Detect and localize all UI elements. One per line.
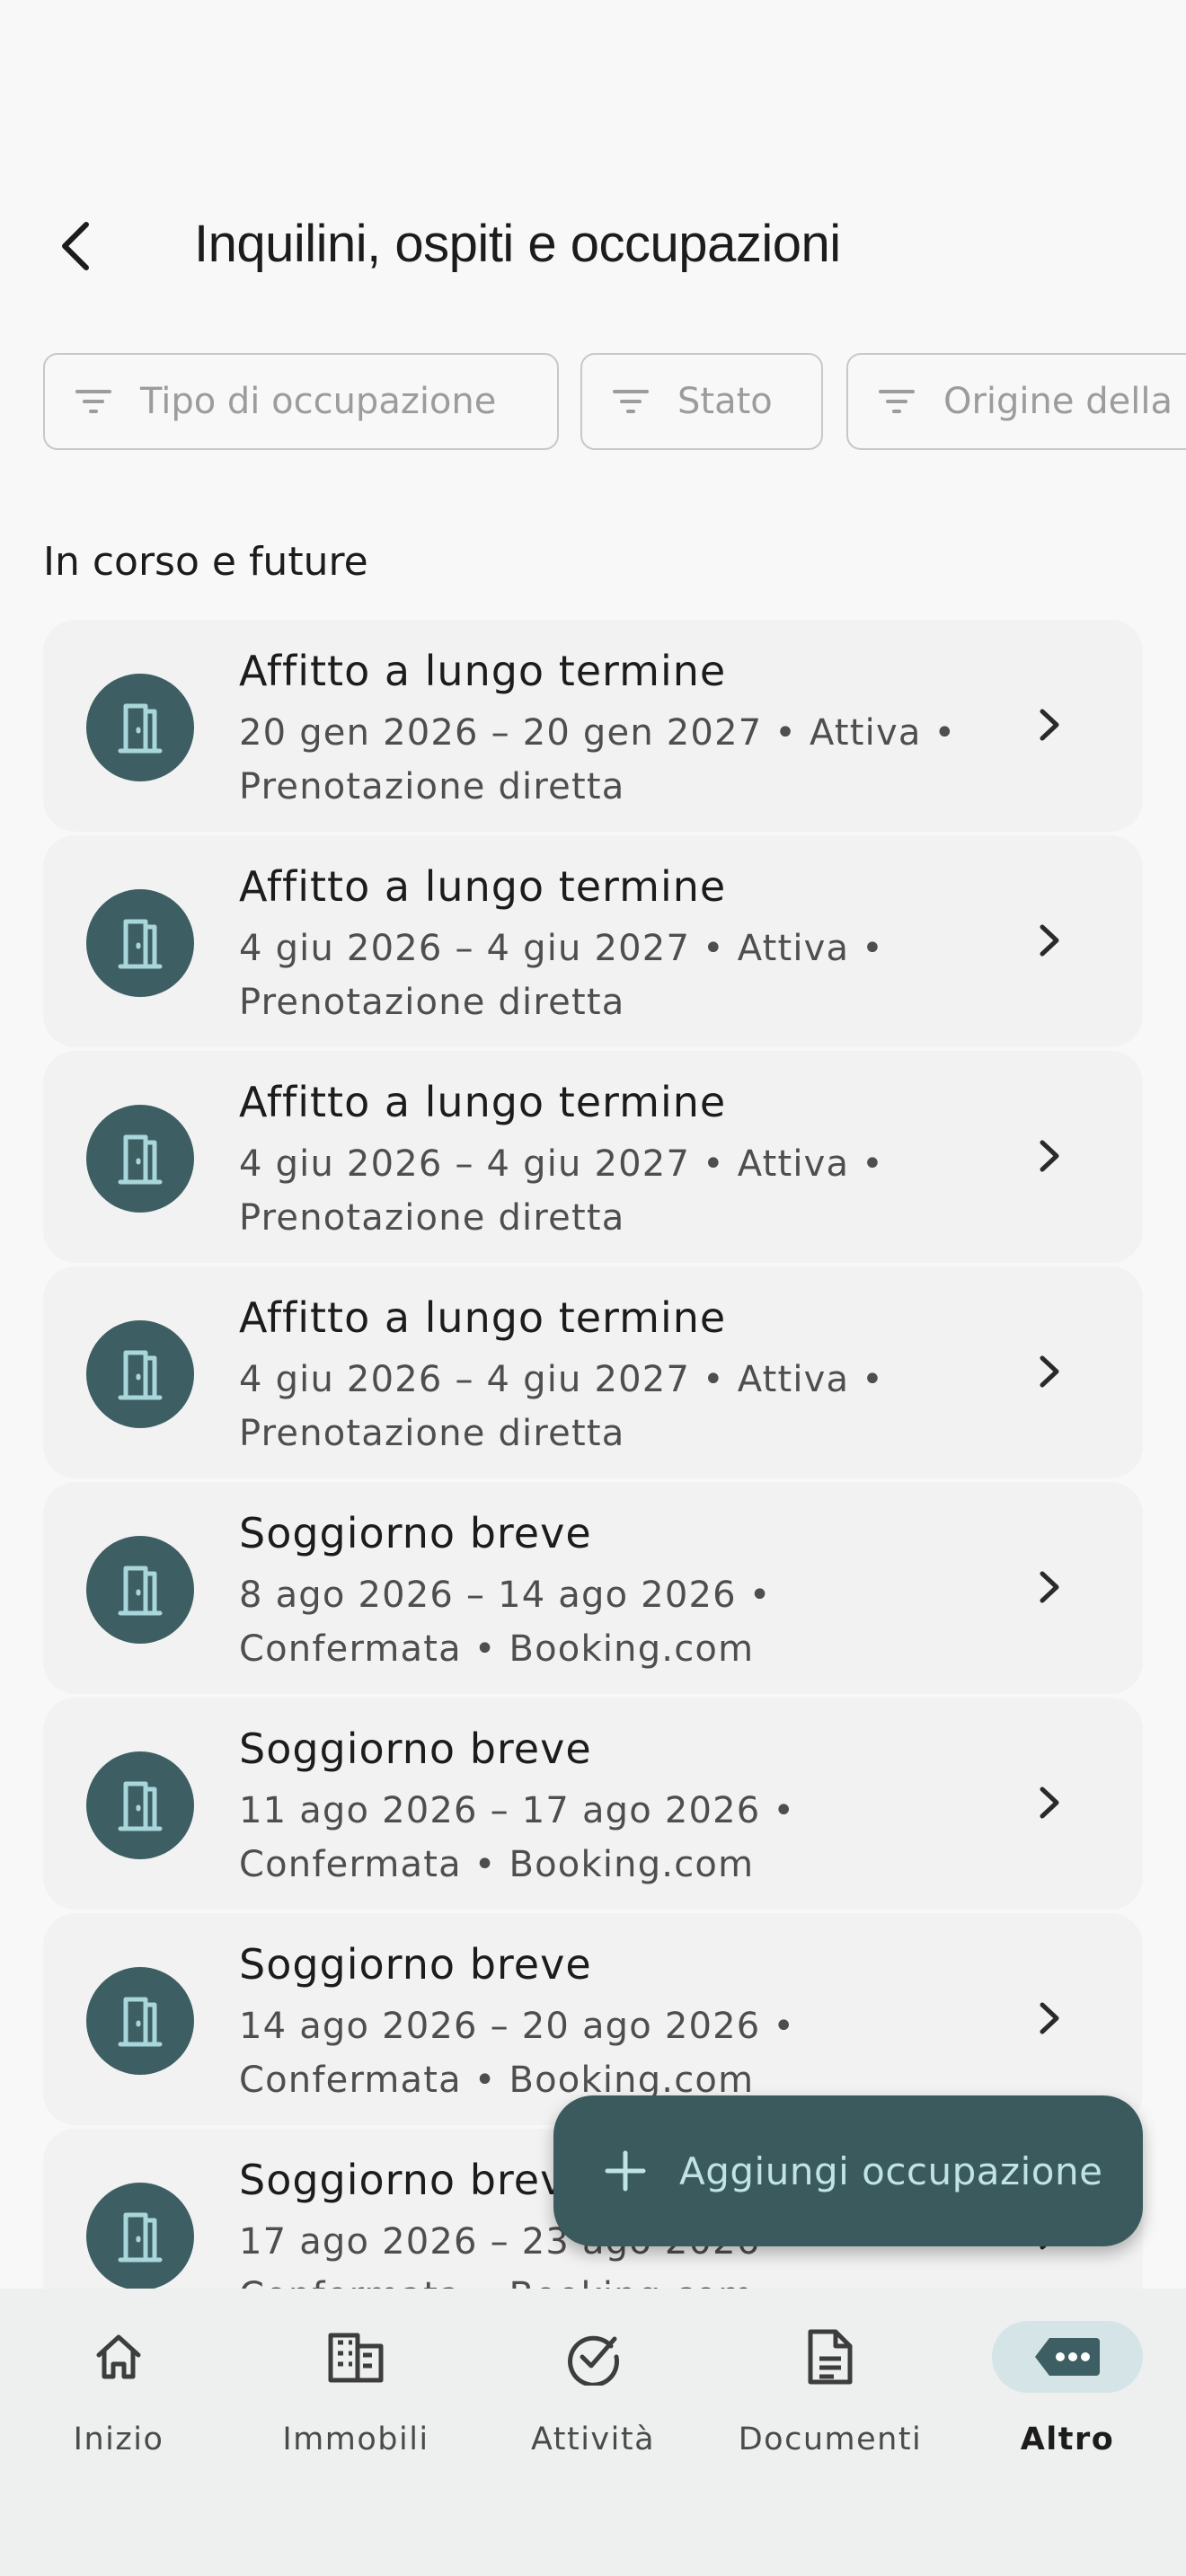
occupancy-list-item[interactable]: Affitto a lungo termine 4 giu 2026 – 4 g…	[43, 1266, 1143, 1478]
filter-chip-label: Origine della	[943, 381, 1173, 422]
chevron-right-icon	[1040, 1140, 1059, 1172]
chevron-right-icon	[1040, 1571, 1059, 1603]
occupancy-details: 8 ago 2026 – 14 ago 2026 • Confermata • …	[239, 1568, 1030, 1676]
occupancy-details: 4 giu 2026 – 4 giu 2027 • Attiva • Preno…	[239, 922, 1030, 1029]
filter-icon	[611, 382, 651, 421]
chevron-right-icon	[1040, 2002, 1059, 2034]
occupancy-dates-status: 8 ago 2026 – 14 ago 2026 •	[239, 1575, 772, 1616]
occupancy-type: Soggiorno breve	[239, 2156, 592, 2204]
add-occupancy-label: Aggiungi occupazione	[679, 2148, 1103, 2193]
occupancy-type: Affitto a lungo termine	[239, 647, 727, 695]
filter-chip-status[interactable]: Stato	[580, 353, 823, 450]
occupancy-type: Soggiorno breve	[239, 1509, 592, 1557]
occupancy-details: 11 ago 2026 – 17 ago 2026 • Confermata •…	[239, 1784, 1030, 1892]
check-circle-icon	[548, 2321, 638, 2393]
more-icon	[992, 2321, 1143, 2393]
occupancy-type: Soggiorno breve	[239, 1940, 592, 1989]
document-icon	[785, 2321, 875, 2393]
door-icon	[86, 1751, 194, 1859]
occupancy-list-item[interactable]: Soggiorno breve 11 ago 2026 – 17 ago 202…	[43, 1698, 1143, 1910]
occupancy-list-item[interactable]: Soggiorno breve 14 ago 2026 – 20 ago 202…	[43, 1913, 1143, 2125]
occupancy-type: Affitto a lungo termine	[239, 862, 727, 911]
occupancy-details: 4 giu 2026 – 4 giu 2027 • Attiva • Preno…	[239, 1137, 1030, 1245]
app-bar: Inquilini, ospiti e occupazioni	[0, 180, 1186, 305]
nav-item-home[interactable]: Inizio	[0, 2321, 237, 2465]
filter-icon	[74, 382, 113, 421]
occupancy-details: 14 ago 2026 – 20 ago 2026 • Confermata •…	[239, 1999, 1030, 2107]
nav-label: Altro	[1020, 2422, 1115, 2457]
nav-label: Documenti	[738, 2422, 923, 2457]
door-icon	[86, 1320, 194, 1428]
occupancy-type: Affitto a lungo termine	[239, 1293, 727, 1342]
occupancy-source: Confermata • Booking.com	[239, 1628, 755, 1670]
nav-item-more[interactable]: Altro	[949, 2321, 1186, 2465]
nav-item-activities[interactable]: Attività	[474, 2321, 712, 2465]
filter-chip-occupancy-type[interactable]: Tipo di occupazione	[43, 353, 559, 450]
occupancy-dates-status: 20 gen 2026 – 20 gen 2027 • Attiva •	[239, 712, 957, 754]
occupancy-dates-status: 4 giu 2026 – 4 giu 2027 • Attiva •	[239, 1359, 884, 1400]
occupancy-source: Confermata • Booking.com	[239, 1844, 755, 1885]
chevron-right-icon	[1040, 924, 1059, 957]
occupancy-details: 4 giu 2026 – 4 giu 2027 • Attiva • Preno…	[239, 1353, 1030, 1460]
occupancy-list-item[interactable]: Affitto a lungo termine 20 gen 2026 – 20…	[43, 620, 1143, 832]
filter-chip-label: Tipo di occupazione	[140, 381, 497, 422]
nav-item-documents[interactable]: Documenti	[712, 2321, 949, 2465]
occupancy-list-item[interactable]: Affitto a lungo termine 4 giu 2026 – 4 g…	[43, 1051, 1143, 1263]
occupancy-dates-status: 4 giu 2026 – 4 giu 2027 • Attiva •	[239, 1143, 884, 1185]
nav-item-properties[interactable]: Immobili	[237, 2321, 474, 2465]
occupancy-details: 20 gen 2026 – 20 gen 2027 • Attiva • Pre…	[239, 706, 1030, 814]
occupancy-list-item[interactable]: Affitto a lungo termine 4 giu 2026 – 4 g…	[43, 835, 1143, 1047]
occupancy-source: Prenotazione diretta	[239, 766, 625, 807]
nav-label: Attività	[530, 2422, 656, 2457]
home-icon	[74, 2321, 164, 2393]
occupancy-source: Prenotazione diretta	[239, 982, 625, 1023]
nav-label: Inizio	[73, 2422, 164, 2457]
chevron-right-icon	[1040, 709, 1059, 741]
filter-chip-origin[interactable]: Origine della	[846, 353, 1186, 450]
occupancy-dates-status: 4 giu 2026 – 4 giu 2027 • Attiva •	[239, 928, 884, 969]
filter-chip-label: Stato	[677, 381, 773, 422]
bottom-navigation: Inizio Immobili Attività Documenti Altro	[0, 2289, 1186, 2576]
section-title: In corso e future	[43, 539, 368, 585]
page-title: Inquilini, ospiti e occupazioni	[194, 215, 841, 273]
door-icon	[86, 1967, 194, 2075]
building-icon	[311, 2321, 401, 2393]
filter-icon	[877, 382, 916, 421]
back-button[interactable]	[36, 207, 115, 286]
nav-label: Immobili	[282, 2422, 429, 2457]
back-arrow-icon	[62, 222, 89, 270]
occupancy-dates-status: 11 ago 2026 – 17 ago 2026 •	[239, 1790, 796, 1831]
door-icon	[86, 674, 194, 781]
door-icon	[86, 1536, 194, 1644]
occupancy-source: Prenotazione diretta	[239, 1413, 625, 1454]
occupancy-type: Affitto a lungo termine	[239, 1078, 727, 1126]
door-icon	[86, 1105, 194, 1213]
plus-icon	[605, 2150, 646, 2192]
chevron-right-icon	[1040, 1355, 1059, 1388]
chevron-right-icon	[1040, 1786, 1059, 1819]
occupancy-list-item[interactable]: Soggiorno breve 8 ago 2026 – 14 ago 2026…	[43, 1482, 1143, 1694]
door-icon	[86, 889, 194, 997]
occupancy-type: Soggiorno breve	[239, 1725, 592, 1773]
door-icon	[86, 2183, 194, 2290]
occupancy-dates-status: 14 ago 2026 – 20 ago 2026 •	[239, 2006, 796, 2047]
add-occupancy-button[interactable]: Aggiungi occupazione	[553, 2095, 1143, 2246]
occupancy-source: Prenotazione diretta	[239, 1197, 625, 1239]
